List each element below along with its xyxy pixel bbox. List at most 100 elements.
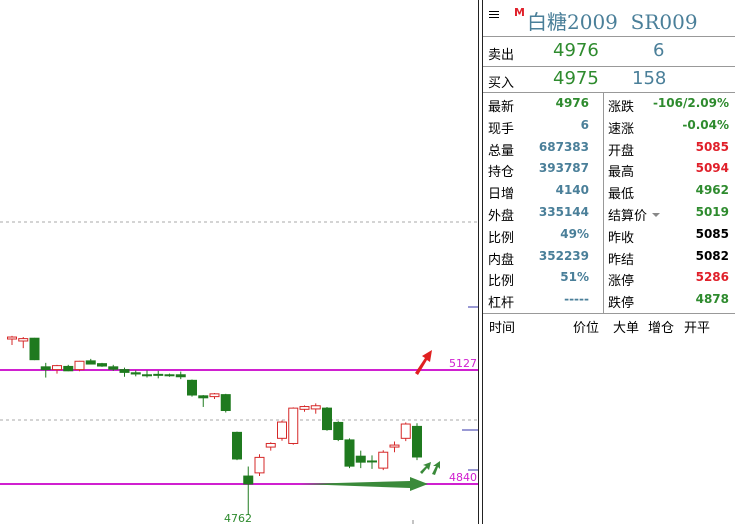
stat-label: 跌停	[608, 296, 635, 312]
contract-title: 白糖2009 SR009	[527, 10, 698, 34]
candle-down[interactable]	[187, 379, 197, 396]
candle-down[interactable]	[232, 431, 242, 460]
candle-up[interactable]	[288, 407, 299, 444]
col-price: 价位	[573, 321, 600, 336]
candle-down[interactable]	[412, 425, 422, 458]
stat-row-right: 昨结 5082	[604, 246, 735, 268]
stat-value: 4976	[555, 96, 589, 110]
candle-down[interactable]	[333, 421, 344, 441]
candle-up[interactable]	[52, 365, 62, 371]
stat-row-right: 最高 5094	[604, 158, 735, 180]
hline-4840-label: 4840	[449, 471, 477, 484]
stat-label: 现手	[488, 121, 515, 137]
stat-row-left: 杠杆 -----	[483, 289, 603, 311]
candle-down[interactable]	[355, 455, 366, 463]
candle-down[interactable]	[29, 337, 40, 361]
candle-down[interactable]	[63, 365, 74, 372]
candle-down[interactable]	[40, 366, 51, 371]
stat-value: -106/2.09%	[652, 96, 729, 110]
candle-down[interactable]	[344, 439, 355, 467]
red-up-arrow-icon	[415, 350, 432, 375]
title-mark: M	[514, 6, 525, 19]
stat-label: 总量	[488, 143, 515, 159]
stat-row-left: 内盘 352239	[483, 246, 603, 268]
candle-up[interactable]	[18, 338, 29, 342]
stat-label: 昨结	[608, 252, 635, 268]
candle-down[interactable]	[175, 374, 186, 378]
small-up-arrow-icon	[420, 462, 431, 474]
stat-value: 4140	[555, 183, 589, 198]
separator	[483, 36, 735, 37]
candle-up[interactable]	[209, 393, 220, 398]
title-bar: M 白糖2009 SR009	[483, 0, 735, 38]
menu-icon[interactable]	[489, 11, 499, 18]
stat-value: 5085	[695, 139, 729, 154]
stat-value: -----	[564, 292, 589, 307]
stat-value: 4878	[695, 292, 729, 307]
candle-up[interactable]	[74, 360, 85, 371]
stat-row-right: 昨收 5085	[604, 224, 735, 246]
candle-down[interactable]	[108, 366, 119, 370]
candle-down[interactable]	[220, 394, 231, 412]
candle-up[interactable]	[277, 421, 287, 439]
candle-up[interactable]	[299, 406, 310, 410]
small-up-arrow-icon	[432, 461, 440, 475]
stat-label: 持仓	[488, 165, 515, 181]
stat-value: 393787	[538, 161, 589, 176]
stat-label: 杠杆	[488, 296, 515, 312]
separator	[483, 313, 735, 314]
candle-up[interactable]	[254, 456, 265, 474]
candle-up[interactable]	[378, 451, 389, 469]
candle-down[interactable]	[367, 460, 377, 463]
sell-row[interactable]: 卖出 4976 6	[483, 38, 735, 66]
stat-row-right: 开盘 5085	[604, 137, 735, 159]
stat-label: 比例	[488, 230, 515, 246]
stat-row-left: 持仓 393787	[483, 158, 603, 180]
candle-up[interactable]	[310, 405, 321, 410]
stat-value: 5082	[695, 248, 729, 263]
candle-down[interactable]	[243, 475, 254, 485]
buy-label: 买入	[488, 76, 515, 91]
candle-up[interactable]	[389, 444, 400, 448]
buy-row[interactable]: 买入 4975 158	[483, 66, 735, 92]
candle-down[interactable]	[130, 372, 141, 375]
dropdown-icon[interactable]	[652, 213, 660, 217]
stat-row-right: 涨停 5286	[604, 267, 735, 289]
candle-down[interactable]	[97, 363, 107, 367]
candle-down[interactable]	[85, 360, 96, 365]
ticks-header: 时间 价位 大单 增仓 开平	[483, 317, 735, 337]
stat-value: 352239	[538, 248, 589, 263]
stat-row-right: 结算价 5019	[604, 202, 735, 224]
stat-row-left: 总量 687383	[483, 137, 603, 159]
col-bigorder: 大单	[613, 321, 640, 336]
stat-label: 涨跌	[608, 100, 635, 115]
stat-value: 4962	[695, 183, 729, 198]
candle-down[interactable]	[142, 374, 152, 377]
candle-up[interactable]	[265, 442, 276, 448]
hline-5127-label: 5127	[449, 357, 477, 370]
stat-row-right: 最低 4962	[604, 180, 735, 202]
stat-label: 速涨	[608, 121, 635, 137]
stat-row-left: 现手 6	[483, 115, 603, 137]
stat-label: 开盘	[608, 143, 635, 159]
buy-price: 4975	[553, 68, 599, 89]
stat-value: 51%	[560, 270, 589, 285]
buy-volume: 158	[632, 68, 667, 89]
candle-up[interactable]	[7, 336, 17, 340]
candle-down[interactable]	[322, 407, 332, 431]
kline-chart[interactable]: 5127 4840 4762	[0, 0, 480, 524]
stat-label: 昨收	[608, 230, 635, 246]
stat-row-right: 跌停 4878	[604, 289, 735, 311]
candle-down[interactable]	[164, 374, 175, 377]
candle-down[interactable]	[119, 369, 130, 373]
candle-up[interactable]	[400, 423, 411, 439]
stat-row-left: 比例 49%	[483, 224, 603, 246]
candle-down[interactable]	[198, 395, 209, 399]
stat-row-right: 速涨 -0.04%	[604, 115, 735, 137]
stat-row-right: 涨跌 -106/2.09%	[604, 93, 735, 115]
stat-value: 6	[580, 117, 589, 132]
stat-label: 最新	[488, 100, 515, 115]
stat-value: 5019	[695, 205, 729, 219]
stat-label: 外盘	[488, 209, 515, 224]
candle-down[interactable]	[153, 373, 164, 376]
